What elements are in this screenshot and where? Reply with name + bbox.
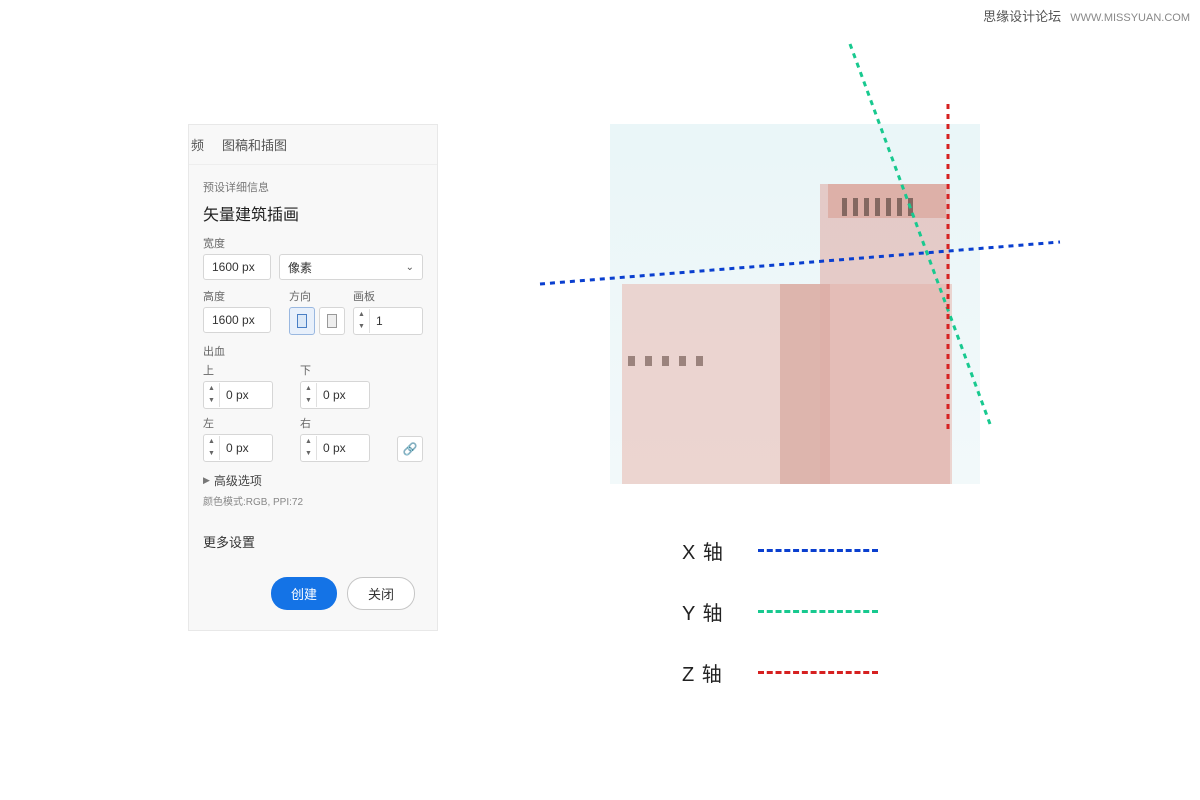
axis-overlay [540, 14, 1060, 444]
x-axis-line [540, 242, 1060, 284]
color-mode-info: 颜色模式:RGB, PPI:72 [203, 493, 423, 508]
bleed-right-input[interactable]: ▲▼0 px [300, 434, 370, 462]
legend-z-label: Z 轴 [682, 658, 730, 687]
portrait-icon [297, 314, 307, 328]
bleed-left-label: 左 [203, 415, 292, 431]
artboard-label: 画板 [353, 288, 423, 304]
width-label: 宽度 [203, 235, 423, 251]
advanced-options-toggle[interactable]: ▶ 高级选项 [203, 472, 423, 489]
unit-select[interactable]: 像素 ⌄ [279, 254, 423, 280]
orientation-landscape-button[interactable] [319, 307, 345, 335]
legend-y-line [758, 610, 878, 613]
bleed-bottom-input[interactable]: ▲▼0 px [300, 381, 370, 409]
bleed-right-label: 右 [300, 415, 389, 431]
chevron-down-icon: ⌄ [406, 262, 414, 273]
watermark-url: WWW.MISSYUAN.COM [1070, 12, 1190, 24]
orientation-portrait-button[interactable] [289, 307, 315, 335]
more-settings-link[interactable]: 更多设置 [203, 532, 423, 551]
height-input[interactable]: 1600 px [203, 307, 271, 333]
link-icon: 🔗 [403, 442, 418, 456]
legend-y-label: Y 轴 [682, 597, 730, 626]
stepper-up-icon[interactable]: ▲ [354, 309, 369, 321]
legend-x-line [758, 549, 878, 552]
bleed-left-input[interactable]: ▲▼0 px [203, 434, 273, 462]
close-button[interactable]: 关闭 [347, 577, 415, 610]
bleed-top-label: 上 [203, 362, 292, 378]
link-bleed-button[interactable]: 🔗 [397, 436, 423, 462]
legend-x-label: X 轴 [682, 536, 730, 565]
bleed-bottom-label: 下 [300, 362, 389, 378]
axis-legend: X 轴 Y 轴 Z 轴 [682, 536, 878, 719]
y-axis-line [850, 44, 990, 424]
preset-details-label: 预设详细信息 [203, 179, 423, 195]
stepper-down-icon[interactable]: ▼ [354, 321, 369, 333]
landscape-icon [327, 314, 337, 328]
height-label: 高度 [203, 288, 281, 304]
axis-diagram [610, 124, 980, 484]
bleed-top-input[interactable]: ▲▼0 px [203, 381, 273, 409]
triangle-right-icon: ▶ [203, 475, 210, 486]
orientation-label: 方向 [289, 288, 345, 304]
create-button[interactable]: 创建 [271, 577, 337, 610]
new-document-panel: 频 图稿和插图 预设详细信息 矢量建筑插画 宽度 1600 px 像素 ⌄ 高度… [188, 124, 438, 631]
legend-z-line [758, 671, 878, 674]
artboard-stepper[interactable]: ▲▼ 1 [353, 307, 423, 335]
bleed-label: 出血 [203, 343, 423, 359]
panel-tabs: 频 图稿和插图 [189, 125, 437, 165]
document-name[interactable]: 矢量建筑插画 [203, 201, 423, 225]
tab-artwork[interactable]: 图稿和插图 [222, 135, 287, 154]
tab-video-partial[interactable]: 频 [191, 135, 204, 154]
width-input[interactable]: 1600 px [203, 254, 271, 280]
